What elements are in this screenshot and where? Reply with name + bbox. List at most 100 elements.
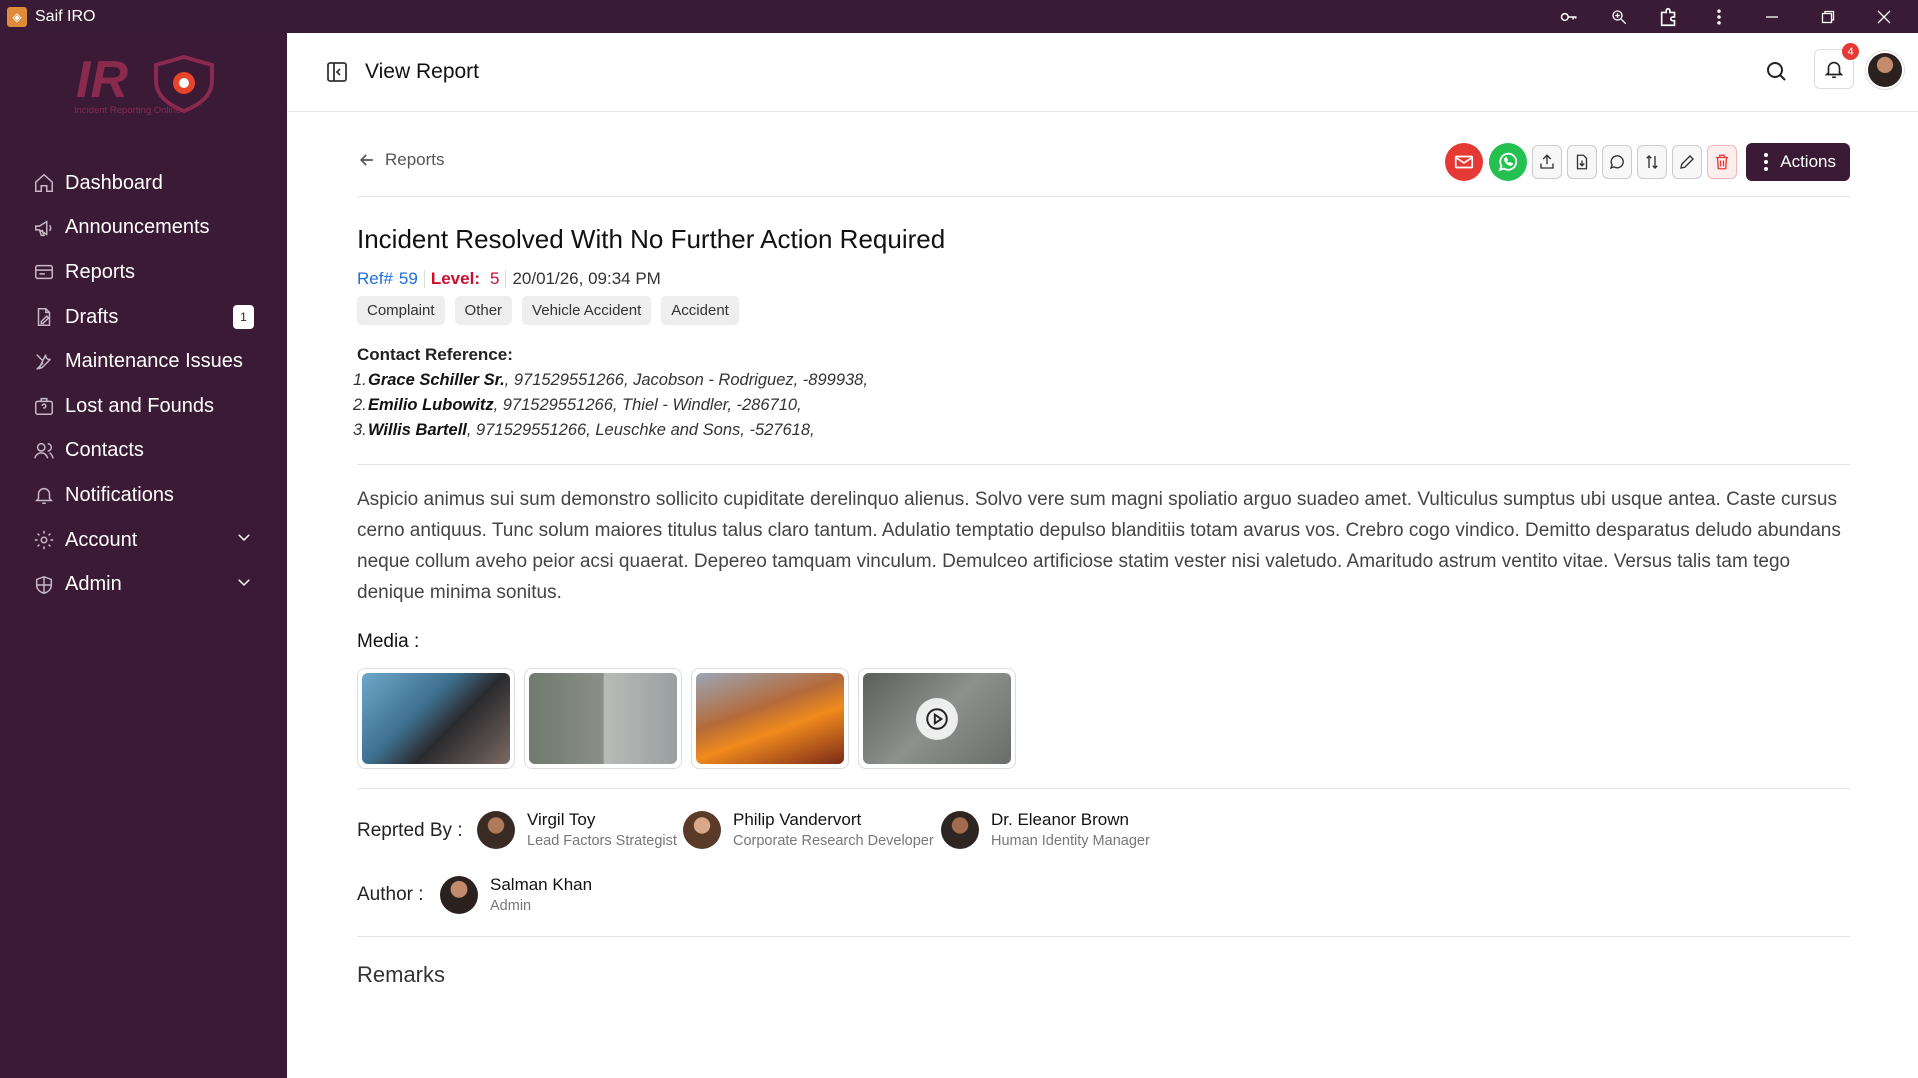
reporter-role: Corporate Research Developer <box>733 833 934 849</box>
trash-icon <box>1716 154 1729 170</box>
sidebar-nav: Dashboard Announcements Reports Drafts 1… <box>0 161 287 607</box>
play-icon[interactable] <box>916 697 958 740</box>
app-logo[interactable]: IR Incident Reporting Online <box>72 47 222 117</box>
divider <box>423 270 425 288</box>
zoom-icon[interactable] <box>1594 0 1644 33</box>
restore-icon[interactable] <box>1800 0 1856 33</box>
reporter: Dr. Eleanor Brown Human Identity Manager <box>941 810 1150 849</box>
email-button[interactable] <box>1445 143 1484 181</box>
divider <box>357 464 1850 465</box>
divider <box>357 196 1850 197</box>
sidebar-item-drafts[interactable]: Drafts 1 <box>0 295 287 340</box>
shield-icon <box>31 572 57 598</box>
list-item: 3. Willis Bartell , 971529551266, Leusch… <box>353 421 868 446</box>
chevron-down-icon[interactable] <box>235 573 253 597</box>
avatar <box>941 810 979 849</box>
media-label: Media : <box>357 631 420 652</box>
key-icon[interactable] <box>1544 0 1594 33</box>
file-download-icon <box>1577 154 1588 170</box>
bell-icon <box>1824 61 1844 79</box>
contact-name: Willis Bartell <box>368 421 467 439</box>
back-label: Reports <box>385 150 445 169</box>
search-icon[interactable] <box>1764 59 1788 88</box>
video-image <box>863 673 1011 764</box>
list-number: 2. <box>353 396 367 414</box>
back-to-reports-link[interactable]: Reports <box>357 150 445 170</box>
app-icon: ◈ <box>7 6 27 27</box>
extension-icon[interactable] <box>1644 0 1694 33</box>
tag: Vehicle Accident <box>522 296 652 325</box>
sidebar-item-label: Reports <box>65 260 136 283</box>
sidebar-item-maintenance-issues[interactable]: Maintenance Issues <box>0 339 287 384</box>
media-thumbnail[interactable] <box>357 668 515 769</box>
media-thumbnail[interactable] <box>691 668 849 769</box>
close-icon[interactable] <box>1856 0 1912 33</box>
list-item: 1. Grace Schiller Sr. , 971529551266, Ja… <box>353 371 868 396</box>
sort-arrows-icon <box>1646 155 1658 169</box>
report-description: Aspicio animus sui sum demonstro sollici… <box>357 489 1841 603</box>
sidebar-item-label: Admin <box>65 573 122 596</box>
sidebar-toggle-icon[interactable] <box>325 60 349 89</box>
more-vert-icon[interactable] <box>1694 0 1744 33</box>
comment-button[interactable] <box>1602 145 1633 179</box>
sidebar-item-label: Lost and Founds <box>65 394 214 417</box>
report-title: Incident Resolved With No Further Action… <box>357 224 946 254</box>
media-thumbnail[interactable] <box>524 668 682 769</box>
ref-label: Ref# <box>357 269 393 288</box>
sidebar: IR Incident Reporting Online Dashboard A… <box>0 33 287 1078</box>
sort-button[interactable] <box>1637 145 1668 179</box>
level-label: Level: <box>430 269 480 288</box>
report-meta: Ref# 59 Level: 5 20/01/26, 09:34 PM <box>357 269 661 289</box>
contacts-icon <box>31 438 57 464</box>
whatsapp-button[interactable] <box>1489 143 1528 181</box>
contact-reference-list: 1. Grace Schiller Sr. , 971529551266, Ja… <box>353 371 868 446</box>
sidebar-item-label: Announcements <box>65 216 210 239</box>
reporter-name: Dr. Eleanor Brown <box>991 810 1129 829</box>
level-value: 5 <box>489 269 500 288</box>
reporter-role: Lead Factors Strategist <box>527 833 677 849</box>
avatar <box>440 875 478 914</box>
list-number: 3. <box>353 421 367 439</box>
delete-button[interactable] <box>1707 145 1738 179</box>
user-avatar[interactable] <box>1866 51 1904 89</box>
contact-details: , 971529551266, Thiel - Windler, -286710… <box>493 396 802 414</box>
reporter-name: Philip Vandervort <box>733 810 862 829</box>
download-button[interactable] <box>1567 145 1598 179</box>
sidebar-item-dashboard[interactable]: Dashboard <box>0 161 287 206</box>
svg-text:IR: IR <box>76 51 128 109</box>
author: Salman Khan Admin <box>440 875 592 914</box>
sidebar-item-lost-and-founds[interactable]: Lost and Founds <box>0 384 287 429</box>
list-number: 1. <box>353 371 367 389</box>
window-titlebar: ◈ Saif IRO <box>0 0 1918 33</box>
report-datetime: 20/01/26, 09:34 PM <box>512 269 661 288</box>
share-button[interactable] <box>1532 145 1563 179</box>
gear-icon <box>31 527 57 553</box>
draft-icon <box>31 304 57 330</box>
sidebar-item-label: Dashboard <box>65 171 163 194</box>
tag: Complaint <box>357 296 445 325</box>
actions-button[interactable]: Actions <box>1746 143 1850 181</box>
tag: Accident <box>661 296 739 325</box>
actions-label: Actions <box>1780 152 1836 171</box>
divider <box>357 936 1850 937</box>
comment-icon <box>1610 155 1625 170</box>
report-toolbar: Actions <box>1445 143 1850 181</box>
sidebar-item-notifications[interactable]: Notifications <box>0 473 287 518</box>
media-thumbnail-video[interactable] <box>858 668 1016 769</box>
mail-icon <box>1455 155 1474 169</box>
photo-image <box>362 673 510 764</box>
reporter-role: Human Identity Manager <box>991 833 1150 849</box>
chevron-down-icon[interactable] <box>235 528 253 552</box>
sidebar-item-account[interactable]: Account <box>0 518 287 563</box>
bell-icon <box>31 482 57 508</box>
minimize-icon[interactable] <box>1744 0 1800 33</box>
edit-button[interactable] <box>1672 145 1703 179</box>
contact-name: Grace Schiller Sr. <box>368 371 505 389</box>
remarks-heading: Remarks <box>357 962 446 987</box>
sidebar-item-admin[interactable]: Admin <box>0 562 287 607</box>
sidebar-item-label: Notifications <box>65 483 174 506</box>
sidebar-item-contacts[interactable]: Contacts <box>0 429 287 474</box>
notifications-button[interactable]: 4 <box>1814 43 1859 89</box>
sidebar-item-announcements[interactable]: Announcements <box>0 206 287 251</box>
sidebar-item-reports[interactable]: Reports <box>0 250 287 295</box>
